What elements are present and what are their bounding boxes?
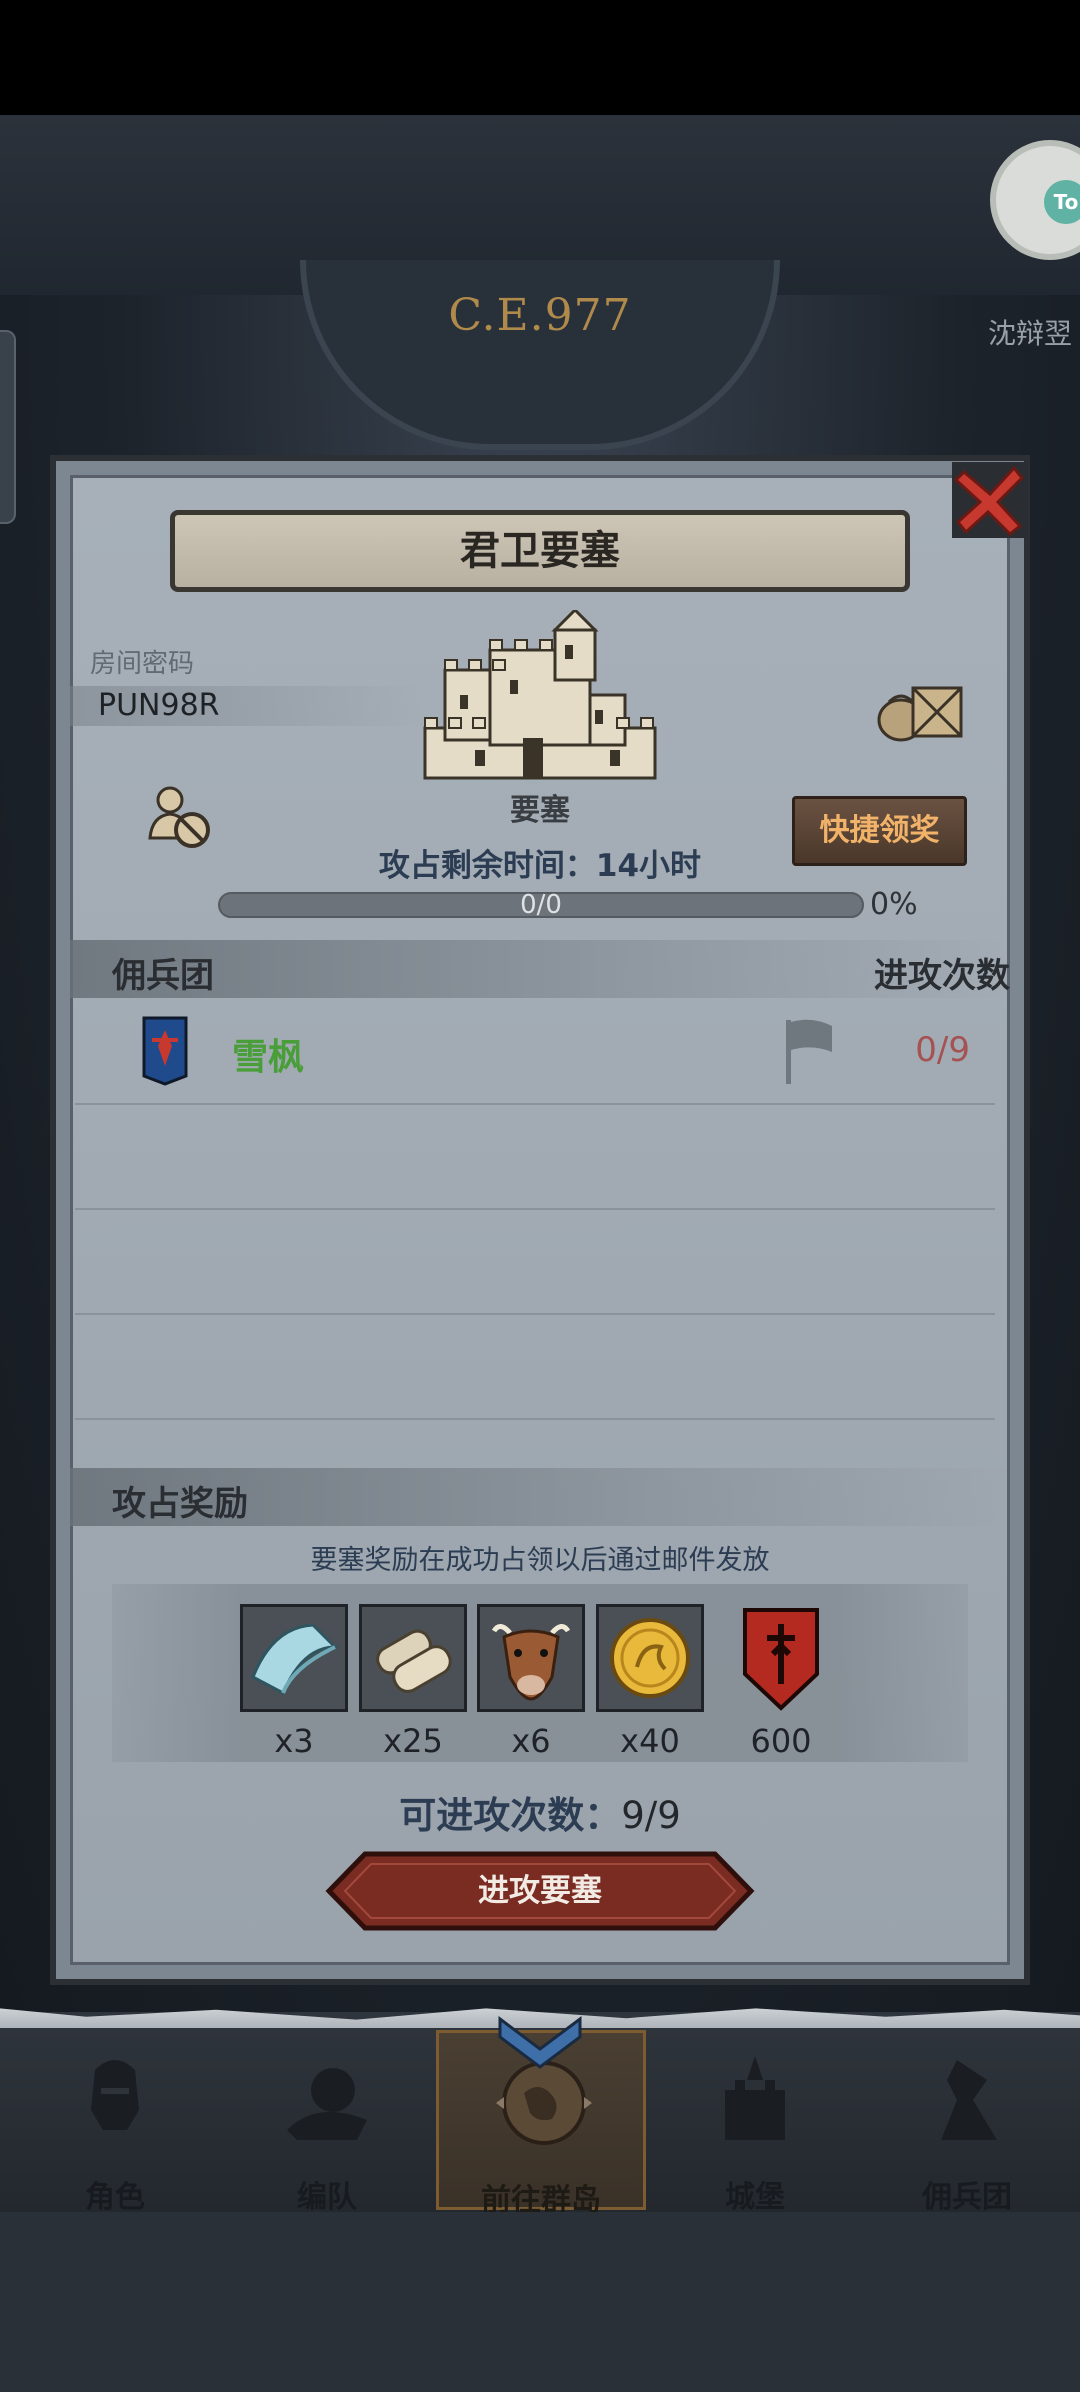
nav-label: 佣兵团 xyxy=(922,2180,1012,2215)
honor-shield-icon xyxy=(743,1608,819,1711)
room-password-label: 房间密码 xyxy=(90,649,195,679)
float-badge: To xyxy=(1044,180,1080,224)
bottom-band xyxy=(0,2212,1080,2392)
progress-percent: 0% xyxy=(870,887,918,922)
divider xyxy=(75,1418,995,1420)
reward-item-ox[interactable]: x6 xyxy=(477,1604,585,1760)
side-badge: 沈辩翌 xyxy=(987,317,1072,350)
close-icon[interactable] xyxy=(948,458,1032,542)
capture-progress-bar: 0/0 xyxy=(218,890,864,920)
nav-item-castle[interactable]: 城堡 xyxy=(650,2030,860,2215)
nav-item-mercenary[interactable]: 佣兵团 xyxy=(862,2030,1072,2215)
divider xyxy=(75,1313,995,1315)
mercenary-header-right: 进攻次数 xyxy=(874,956,1010,996)
nav-item-character[interactable]: 角色 xyxy=(10,2030,220,2215)
progress-count: 0/0 xyxy=(520,890,562,920)
status-bar xyxy=(0,0,1080,115)
left-edge-handle[interactable] xyxy=(0,330,16,524)
knight-helmet-icon xyxy=(91,2060,139,2130)
reward-item-gold[interactable]: x40 xyxy=(596,1604,704,1760)
mercenary-name: 雪枫 xyxy=(232,1037,305,1078)
fortress-type-label: 要塞 xyxy=(510,793,570,828)
gold-coin-icon xyxy=(599,1607,701,1709)
reward-item-scroll[interactable]: x25 xyxy=(359,1604,467,1760)
attempts-remaining: 可进攻次数：9/9 xyxy=(340,1785,740,1839)
nav-label: 角色 xyxy=(85,2180,145,2215)
list-item[interactable]: 雪枫 0/9 xyxy=(70,1012,1010,1102)
divider xyxy=(75,1208,995,1210)
year-text: C.E.977 xyxy=(448,290,632,341)
rewards-header-title: 攻占奖励 xyxy=(112,1484,248,1524)
flag-icon xyxy=(786,1019,832,1084)
member-forbidden-icon[interactable] xyxy=(144,782,214,852)
room-password-value[interactable]: PUN98R xyxy=(70,686,430,726)
quick-claim-button[interactable]: 快捷领奖 xyxy=(792,796,967,866)
mercenary-header: 佣兵团 进攻次数 xyxy=(70,940,1010,998)
rewards-header: 攻占奖励 xyxy=(70,1468,1010,1526)
guild-banner-icon xyxy=(142,1016,188,1086)
reward-item-cloth[interactable]: x3 xyxy=(240,1604,348,1760)
mercenary-attacks: 0/9 xyxy=(915,1030,970,1070)
chevron-down-icon xyxy=(498,2016,582,2069)
dialog-title: 君卫要塞 xyxy=(170,510,910,592)
nav-label: 编队 xyxy=(297,2180,357,2215)
fortress-castle-icon xyxy=(423,610,657,780)
mercenary-header-left: 佣兵团 xyxy=(112,956,214,996)
reward-qty: x3 xyxy=(274,1722,314,1760)
nav-label: 城堡 xyxy=(725,2180,785,2215)
reward-qty: x25 xyxy=(383,1722,443,1760)
reward-qty: 600 xyxy=(750,1722,812,1760)
reward-item-honor[interactable]: 600 xyxy=(727,1604,835,1760)
cloth-icon xyxy=(243,1607,345,1709)
attack-button-label: 进攻要塞 xyxy=(478,1873,602,1909)
attempts-value: 9/9 xyxy=(621,1794,681,1837)
castle-icon xyxy=(725,2056,785,2140)
supply-crate-icon[interactable] xyxy=(875,672,967,744)
nav-item-formation[interactable]: 编队 xyxy=(222,2030,432,2215)
formation-knight-icon xyxy=(287,2068,367,2140)
remaining-time: 攻占剩余时间：14小时 xyxy=(378,848,702,884)
reward-qty: x40 xyxy=(620,1722,680,1760)
reward-note: 要塞奖励在成功占领以后通过邮件发放 xyxy=(310,1545,770,1576)
attack-fortress-button[interactable]: 进攻要塞 xyxy=(325,1850,755,1932)
attempts-label: 可进攻次数： xyxy=(399,1794,622,1837)
reward-qty: x6 xyxy=(511,1722,551,1760)
ox-icon xyxy=(480,1607,582,1709)
scroll-icon xyxy=(362,1607,464,1709)
mercenary-icon xyxy=(941,2060,997,2140)
divider xyxy=(75,1103,995,1105)
